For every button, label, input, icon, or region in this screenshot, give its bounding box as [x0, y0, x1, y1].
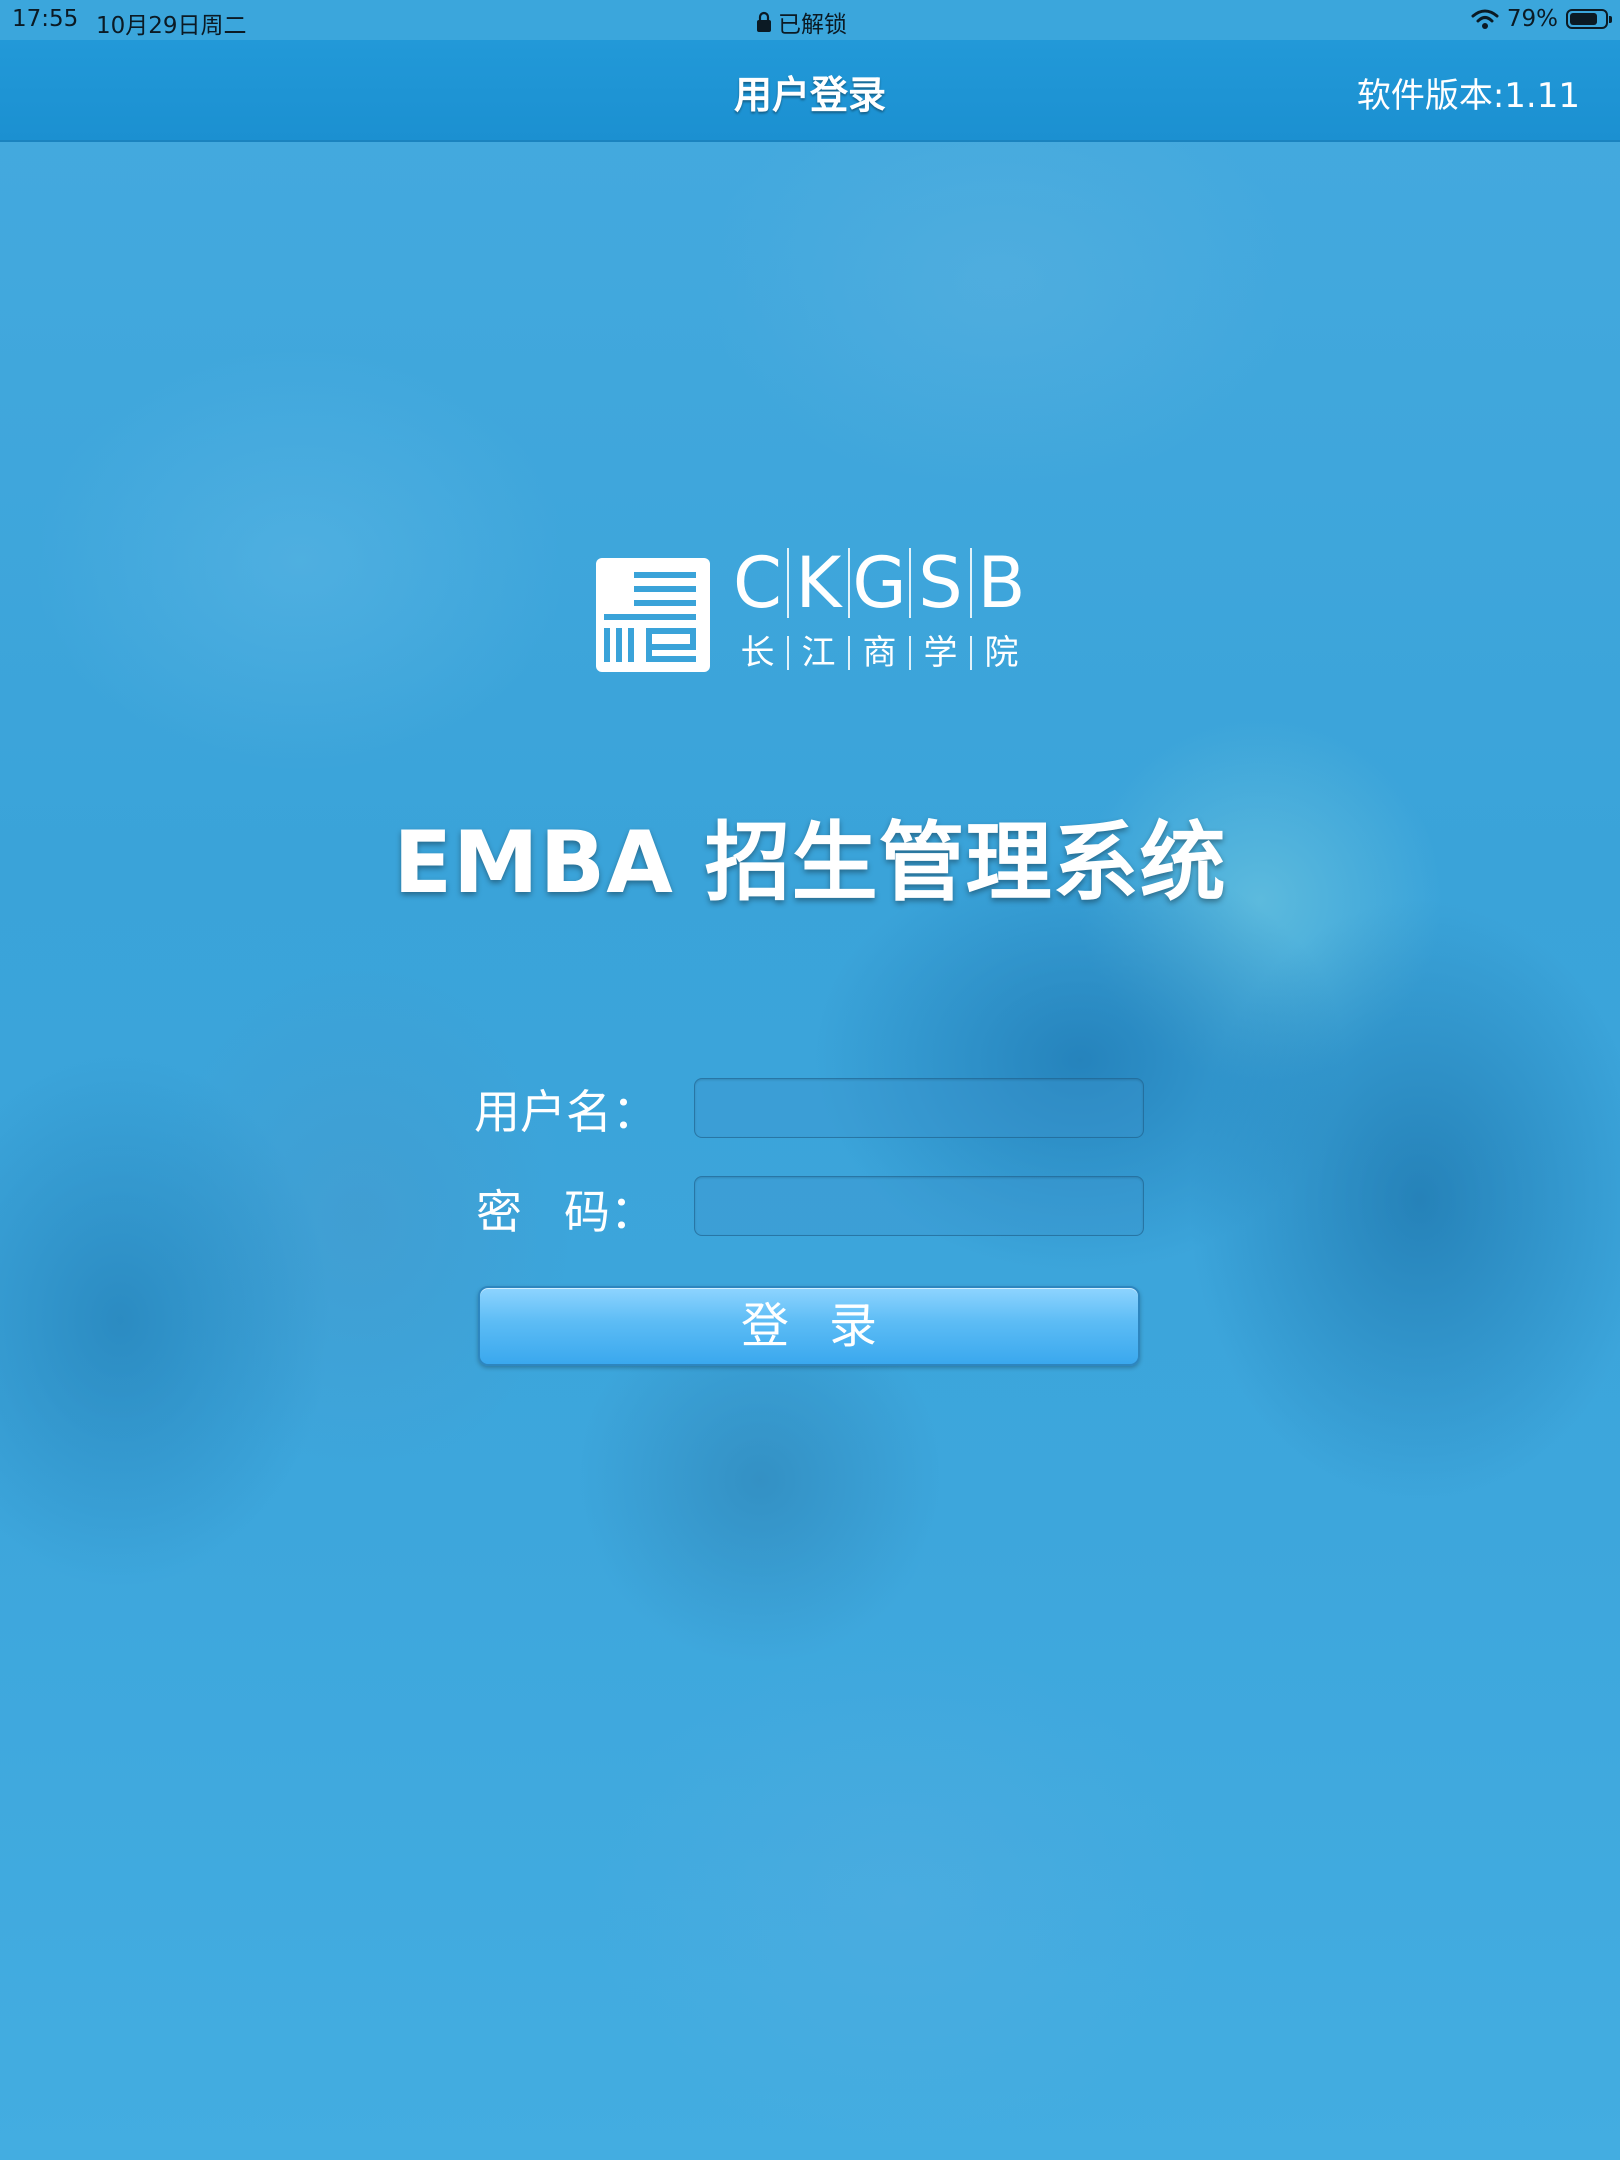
logo-char: 长 — [740, 633, 775, 673]
password-input[interactable] — [694, 1176, 1144, 1236]
logo-letter: S — [909, 548, 970, 618]
lock-icon — [757, 11, 771, 32]
status-date: 10月29日周二 — [96, 13, 247, 39]
software-version: 软件版本:1.11 — [1356, 76, 1580, 116]
navigation-bar: 用户登录 软件版本:1.11 — [0, 40, 1620, 142]
logo-latin-text: C K G S B — [728, 548, 1031, 618]
status-time: 17:55 — [12, 6, 79, 32]
wifi-icon — [1471, 9, 1499, 29]
ckgsb-logo: C K G S B 长 江 商 学 院 — [594, 548, 1026, 676]
battery-percent: 79% — [1506, 6, 1558, 32]
logo-char: 学 — [909, 636, 970, 670]
login-button[interactable]: 登录 — [478, 1286, 1140, 1366]
ckgsb-emblem-icon — [596, 558, 710, 672]
lock-status: 已解锁 — [756, 5, 847, 39]
username-input[interactable] — [694, 1078, 1144, 1138]
username-label: 用户名： — [474, 1085, 658, 1139]
logo-char: 院 — [970, 636, 1031, 670]
logo-char: 江 — [787, 636, 848, 670]
status-right: 79% — [1471, 6, 1612, 32]
logo-char: 商 — [848, 636, 909, 670]
logo-letter: G — [848, 548, 909, 618]
logo-letter: K — [787, 548, 848, 618]
login-screen: 17:55 10月29日周二 已解锁 79% 用户登录 软件版本:1.11 C … — [0, 0, 1620, 2160]
app-title: EMBA 招生管理系统 — [393, 813, 1227, 913]
password-label-part: 码： — [564, 1185, 656, 1239]
status-bar: 17:55 10月29日周二 已解锁 79% — [0, 0, 1620, 40]
password-label-part: 密 — [476, 1185, 522, 1239]
battery-fill — [1570, 13, 1597, 25]
lock-text: 已解锁 — [778, 12, 847, 38]
battery-icon — [1566, 9, 1612, 29]
logo-letter: B — [970, 548, 1031, 618]
password-label: 密码： — [476, 1176, 656, 1242]
logo-letter: C — [733, 542, 782, 624]
logo-chinese-text: 长 江 商 学 院 — [728, 636, 1031, 670]
